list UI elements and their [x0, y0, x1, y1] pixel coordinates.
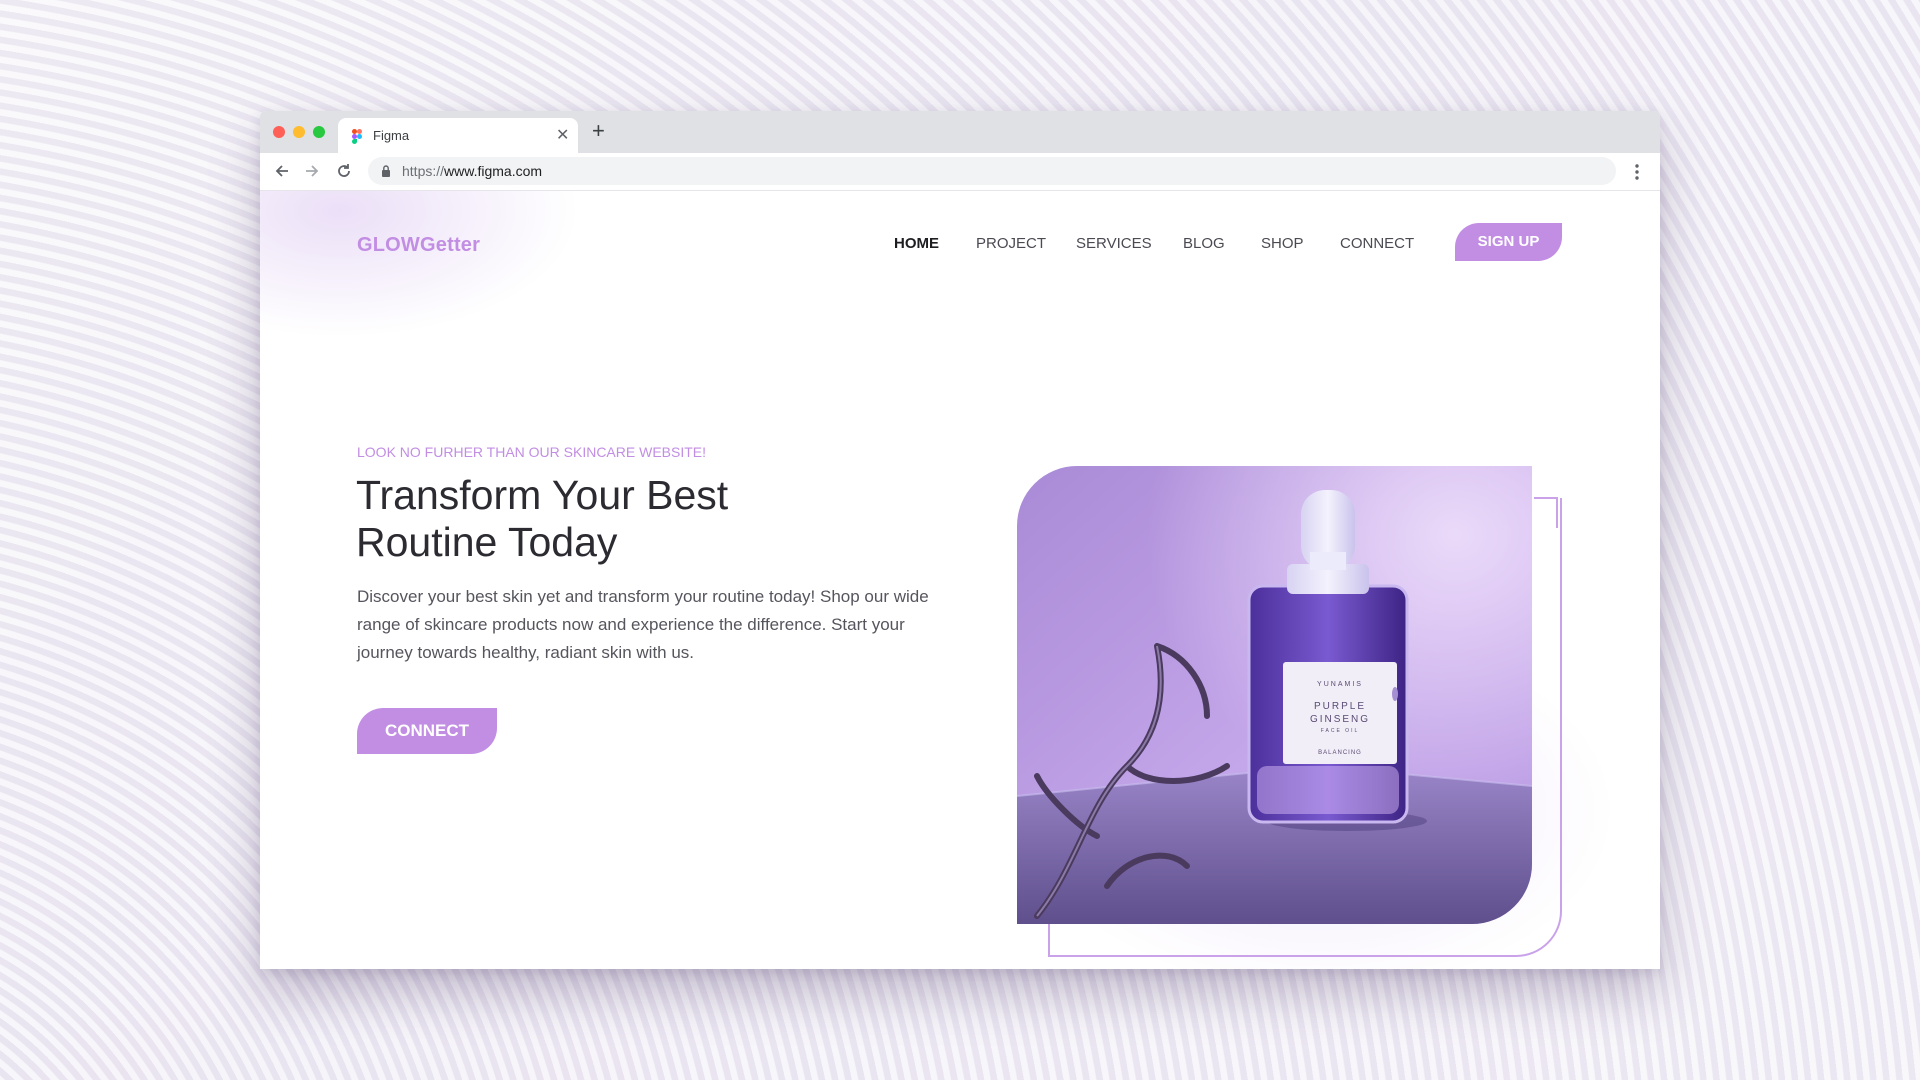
nav-connect[interactable]: CONNECT: [1340, 235, 1414, 252]
product-name-line-1: PURPLE: [1314, 701, 1366, 712]
hero-eyebrow: LOOK NO FURHER THAN OUR SKINCARE WEBSITE…: [357, 444, 707, 460]
forward-arrow-icon[interactable]: [302, 161, 322, 181]
url-text: https://www.figma.com: [402, 163, 542, 179]
maximize-window-button[interactable]: [313, 126, 325, 138]
reload-icon[interactable]: [334, 161, 354, 181]
product-type-label: FACE OIL: [1321, 728, 1360, 734]
nav-project[interactable]: PROJECT: [976, 235, 1046, 252]
back-arrow-icon[interactable]: [272, 161, 292, 181]
close-window-button[interactable]: [273, 126, 285, 138]
plus-icon[interactable]: +: [592, 118, 605, 144]
browser-window: Figma ✕ + https://www.figma.com GLOWGett…: [260, 111, 1660, 969]
product-photo: YUNAMIS PURPLE GINSENG FACE OIL BALANCIN…: [1017, 466, 1532, 924]
nav-services[interactable]: SERVICES: [1076, 235, 1152, 252]
hero-headline-line-1: Transform Your Best: [356, 472, 729, 518]
product-photo-illustration: YUNAMIS PURPLE GINSENG FACE OIL BALANCIN…: [1017, 466, 1532, 924]
hero-headline: Transform Your Best Routine Today: [356, 472, 876, 566]
product-variant-label: BALANCING: [1318, 750, 1362, 756]
url-host: www.figma.com: [444, 163, 543, 179]
close-icon[interactable]: ✕: [556, 125, 569, 145]
address-bar[interactable]: https://www.figma.com: [368, 157, 1616, 185]
site-logo[interactable]: GLOWGetter: [357, 234, 480, 257]
lock-icon: [382, 165, 390, 177]
sign-up-button[interactable]: SIGN UP: [1455, 223, 1562, 261]
web-page: GLOWGetter HOME PROJECT SERVICES BLOG SH…: [260, 191, 1660, 969]
nav-blog[interactable]: BLOG: [1183, 235, 1225, 252]
kebab-menu-icon[interactable]: [1635, 162, 1639, 182]
product-brand-label: YUNAMIS: [1317, 681, 1363, 688]
hero-description: Discover your best skin yet and transfor…: [357, 587, 929, 662]
nav-home[interactable]: HOME: [894, 235, 939, 252]
tab-title: Figma: [373, 128, 410, 143]
hero-image-frame-edge: [1556, 498, 1558, 528]
hero-headline-line-2: Routine Today: [356, 519, 618, 565]
hero-image-frame-edge: [1534, 497, 1558, 499]
browser-toolbar: https://www.figma.com: [260, 153, 1660, 191]
tab-bar: Figma ✕ +: [260, 111, 1660, 153]
product-name-line-2: GINSENG: [1310, 714, 1370, 725]
browser-tab[interactable]: Figma ✕: [338, 118, 578, 153]
connect-cta-button[interactable]: CONNECT: [357, 708, 497, 754]
leaf-icon: [1392, 687, 1398, 701]
figma-favicon-icon: [352, 129, 362, 144]
nav-shop[interactable]: SHOP: [1261, 235, 1304, 252]
minimize-window-button[interactable]: [293, 126, 305, 138]
url-scheme: https://: [402, 163, 445, 179]
